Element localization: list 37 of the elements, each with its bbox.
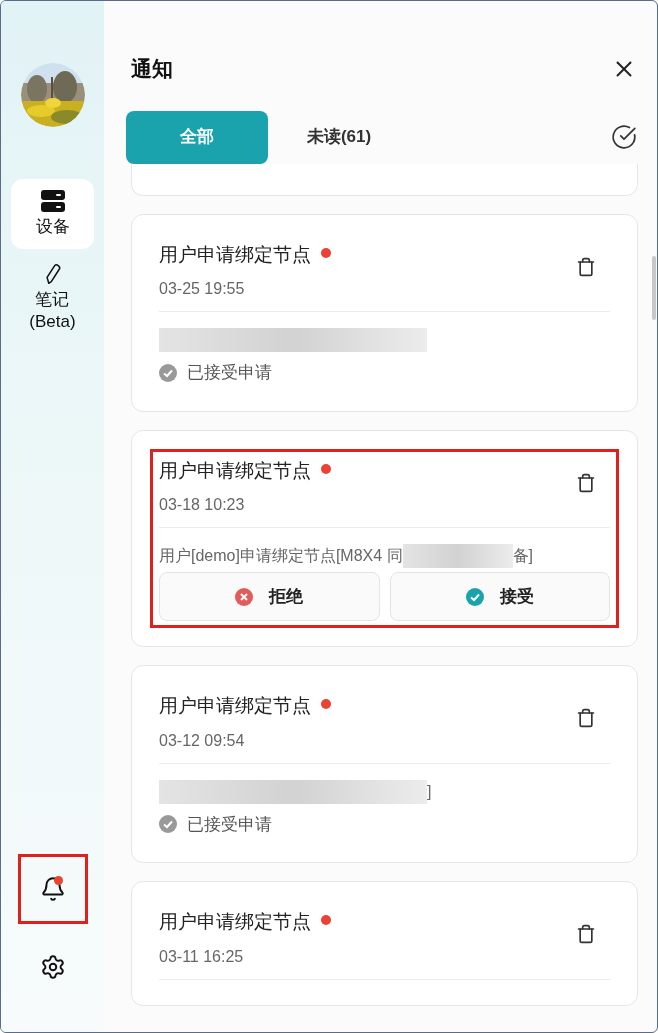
check-circle-icon [611, 124, 637, 150]
accept-button[interactable]: 接受 [389, 572, 610, 621]
bell-icon [39, 876, 66, 902]
notification-title: 用户申请绑定节点 [159, 694, 311, 718]
notification-title: 用户申请绑定节点 [159, 458, 311, 483]
panel-title: 通知 [131, 56, 173, 82]
trash-icon [576, 256, 596, 277]
mark-all-read-button[interactable] [611, 124, 637, 150]
nav-item[interactable]: 设备 [11, 179, 94, 249]
check-icon [159, 815, 177, 834]
trash-icon [576, 472, 596, 493]
close-icon [235, 587, 254, 606]
notification-time: 03-12 09:54 [159, 730, 246, 751]
nav-label: (Beta) [29, 311, 76, 333]
trash-icon [576, 708, 596, 728]
status-text: 已接受申请 [187, 813, 272, 836]
status-text: 已接受申请 [187, 362, 272, 384]
check-icon [159, 363, 177, 382]
nav-item[interactable]: 笔记 (Beta) [11, 263, 94, 333]
message-text: 用户[demo]申请绑定节点[M8X4 同 [159, 546, 403, 566]
reject-button[interactable]: 拒绝 [159, 572, 380, 621]
nav-label: 设备 [35, 216, 70, 238]
filter-tab[interactable]: 未读(61) [268, 110, 410, 164]
scrollbar [652, 256, 656, 320]
notification-time: 03-11 16:25 [159, 946, 245, 967]
notification-time: 03-18 10:23 [159, 495, 246, 515]
notification-time: 03-25 19:55 [159, 279, 246, 299]
check-icon [465, 587, 484, 606]
trash-icon [576, 924, 596, 944]
notification-title: 用户申请绑定节点 [159, 242, 311, 267]
message-text: ] [427, 781, 432, 802]
server-icon [40, 190, 65, 212]
notification-title: 用户申请绑定节点 [159, 910, 311, 934]
nav-label: 笔记 [35, 289, 70, 311]
settings-icon [39, 954, 66, 980]
notifications-button[interactable] [17, 854, 88, 924]
message-text: 备] [512, 546, 534, 566]
